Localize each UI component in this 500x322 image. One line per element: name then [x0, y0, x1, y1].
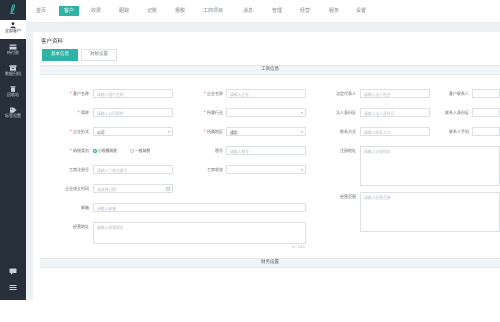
- radio-selected-icon: [93, 149, 97, 153]
- scope-textarea[interactable]: 请输入经营范围: [360, 192, 500, 232]
- founded-date-label: 企业成立时间: [65, 186, 89, 191]
- legal-id-label: 法人身份证: [336, 110, 356, 115]
- radio-icon: [130, 149, 134, 153]
- tax-type-label-text: 纳税类别: [73, 148, 89, 153]
- tax-id-label: 税号: [215, 148, 223, 153]
- section-business-info: 工商信息: [40, 65, 500, 75]
- tax-id-input[interactable]: 请输入税号: [226, 146, 306, 155]
- nav-tab-bookkeeping[interactable]: 记账: [145, 6, 159, 16]
- nav-tab-services[interactable]: 服务: [327, 6, 341, 16]
- chevron-down-icon: [301, 112, 303, 114]
- tab-finance-tax-settings[interactable]: 财税设置: [81, 49, 117, 61]
- sidebar-item-all-customers[interactable]: 全部客户: [0, 20, 26, 39]
- reg-no-label: 工商注册号: [69, 167, 89, 172]
- page-title: 客户资料: [41, 39, 64, 45]
- nav-tab-operations[interactable]: 经营: [298, 6, 312, 16]
- sidebar-item-data-archive[interactable]: 数据归档: [0, 63, 26, 82]
- customer-name-label-text: 客户名称: [73, 91, 89, 96]
- tax-type-option-label: 小规模纳税: [98, 148, 117, 153]
- tax-type-option-general[interactable]: 一般纳税: [130, 146, 150, 155]
- chevron-down-icon: [301, 131, 303, 133]
- industry-select[interactable]: [226, 108, 306, 117]
- status-label: 工商状态: [207, 167, 223, 172]
- contact-id-input[interactable]: [472, 108, 500, 117]
- email-input[interactable]: 请输入邮箱: [93, 203, 306, 212]
- company-name-label-text: 企业名称: [207, 91, 223, 96]
- menu-icon[interactable]: [9, 284, 17, 291]
- status-select[interactable]: [226, 165, 306, 174]
- nav-tab-billing[interactable]: 收费: [89, 6, 103, 16]
- reg-address-label: 注册地址: [340, 148, 356, 153]
- industry-label: * 所属行业: [203, 110, 223, 115]
- reg-no-input[interactable]: 请输入工商注册号: [93, 165, 173, 174]
- top-nav: 首页 客户 收费 跟踪 记账 报税 工商项目 消息 管理 经营 服务 设置: [26, 0, 500, 23]
- calendar-icon: [166, 187, 170, 191]
- customer-contact-label: 客户联系人: [449, 91, 469, 96]
- customer-contact-input[interactable]: [472, 89, 500, 98]
- company-name-label: * 企业名称: [203, 91, 223, 96]
- founded-date-placeholder: 请选择日期: [97, 187, 116, 192]
- chevron-down-icon: [301, 169, 303, 171]
- message-icon[interactable]: [9, 268, 17, 275]
- contact-input[interactable]: 请输入联系方式: [360, 127, 430, 136]
- op-address-label: 经营地址: [73, 224, 89, 229]
- legal-id-input[interactable]: 请输入法人身份证: [360, 108, 430, 117]
- sidebar-item-label: 标签设置: [5, 113, 21, 118]
- sidebar-item-label: 回收站: [7, 92, 19, 97]
- company-form-label-text: 企业形式: [73, 129, 89, 134]
- customer-name-label: * 客户名称: [69, 91, 89, 96]
- nav-tab-management[interactable]: 管理: [270, 6, 284, 16]
- reg-address-textarea[interactable]: 请输入注册地址: [360, 146, 500, 186]
- nav-tab-business-projects[interactable]: 工商项目: [200, 6, 226, 16]
- chevron-down-icon: [168, 131, 170, 133]
- nav-tab-tracking[interactable]: 跟踪: [117, 6, 131, 16]
- short-name-label: * 简称: [77, 110, 89, 115]
- contact-id-label: 联系人身份证: [445, 110, 469, 115]
- industry-label-text: 所属行业: [207, 110, 223, 115]
- sidebar-item-label: 数据归档: [5, 71, 21, 76]
- op-address-textarea[interactable]: 请输入经营地址: [93, 222, 306, 244]
- sidebar-item-tag-settings[interactable]: 标签设置: [0, 105, 26, 124]
- region-label-text: 所属地区: [207, 129, 223, 134]
- customer-name-input[interactable]: 请输入客户名称: [93, 89, 173, 98]
- tab-basic-info[interactable]: 基本信息: [42, 49, 78, 61]
- company-name-input[interactable]: 请输入企业: [226, 89, 306, 98]
- content-area: 客户资料 基本信息 财税设置 工商信息 * 客户名称 请输入客户名称 * 简称 …: [26, 23, 500, 322]
- nav-tab-customers[interactable]: 客户: [59, 6, 79, 16]
- scope-label: 经营范围: [340, 194, 356, 199]
- logo-icon: ℓ: [9, 3, 17, 18]
- region-label: * 所属地区: [203, 129, 223, 134]
- contact-phone-input[interactable]: [472, 127, 500, 136]
- customer-profile-panel: 客户资料 基本信息 财税设置 工商信息 * 客户名称 请输入客户名称 * 简称 …: [33, 32, 500, 322]
- legal-rep-input[interactable]: 请输入法人姓名: [360, 89, 430, 98]
- nav-tab-home[interactable]: 首页: [34, 6, 48, 16]
- nav-tab-settings[interactable]: 设置: [354, 6, 368, 16]
- address-char-counter: 0 / 100: [292, 245, 305, 249]
- legal-rep-label: 法定代表人: [336, 91, 356, 96]
- nav-tab-tax-filing[interactable]: 报税: [173, 6, 187, 16]
- section-finance-settings: 财务设置: [40, 258, 500, 268]
- contact-phone-label: 联系人手机: [449, 129, 469, 134]
- app-root: ℓ 全部客户 待付款 数据归档 回收站 标签设置 首页 客户 收费 跟踪 记账: [0, 0, 500, 322]
- company-form-label: * 企业形式: [69, 129, 89, 134]
- region-value: 通用: [230, 130, 238, 135]
- contact-label: 联系方式: [340, 129, 356, 134]
- nav-tab-messages[interactable]: 消息: [241, 6, 255, 16]
- tax-type-label: * 纳税类别: [69, 148, 89, 153]
- tax-type-option-small[interactable]: 小规模纳税: [93, 146, 117, 155]
- email-label: 邮箱: [81, 205, 89, 210]
- sidebar-item-pending-payment[interactable]: 待付款: [0, 42, 26, 61]
- company-form-value: 公司: [97, 130, 105, 135]
- sidebar-item-label: 全部客户: [5, 28, 21, 33]
- short-name-label-text: 简称: [81, 110, 89, 115]
- sidebar-item-recycle-bin[interactable]: 回收站: [0, 84, 26, 103]
- sidebar: ℓ 全部客户 待付款 数据归档 回收站 标签设置: [0, 0, 26, 300]
- short-name-input[interactable]: 请输入公司简称: [93, 108, 173, 117]
- company-form-select[interactable]: 公司: [93, 127, 173, 136]
- founded-date-picker[interactable]: 请选择日期: [93, 184, 173, 193]
- tax-type-option-label: 一般纳税: [135, 148, 151, 153]
- region-select[interactable]: 通用: [226, 127, 306, 136]
- sidebar-item-label: 待付款: [7, 50, 19, 55]
